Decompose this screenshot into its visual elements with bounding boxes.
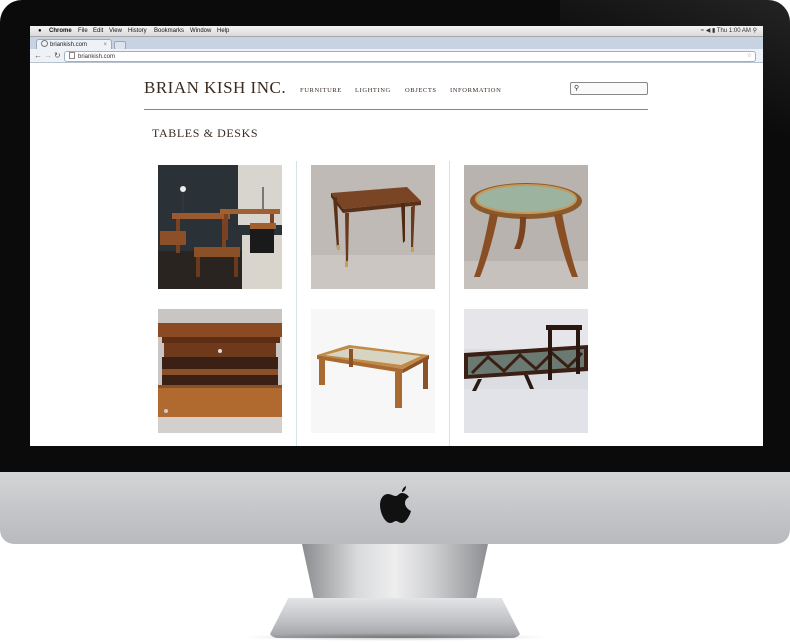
browser-toolbar: ← → ↻ briankish.com ☆ (30, 49, 763, 63)
menu-app-name[interactable]: Chrome (49, 26, 72, 36)
monitor-stand (302, 544, 488, 604)
clock[interactable]: Thu 1:00 AM (717, 28, 751, 34)
apple-menu-icon[interactable]: ● (38, 26, 42, 36)
column-divider (296, 161, 297, 446)
site-logo-title[interactable]: BRIAN KISH INC. (144, 78, 286, 98)
search-icon: ⚲ (574, 85, 580, 92)
favicon-icon (41, 40, 48, 47)
nav-furniture[interactable]: FURNITURE (300, 87, 342, 94)
apple-logo-icon (380, 486, 411, 523)
product-thumb-low-table[interactable] (464, 309, 588, 433)
stand-shadow (240, 633, 550, 641)
battery-icon[interactable]: ▮ (712, 28, 715, 34)
volume-icon[interactable]: ◀ (706, 28, 711, 34)
product-thumb-cabinet-desk[interactable] (158, 309, 282, 433)
page-icon (69, 52, 75, 59)
header-divider (144, 109, 648, 110)
nav-lighting[interactable]: LIGHTING (355, 87, 391, 94)
web-page: BRIAN KISH INC. FURNITURE LIGHTING OBJEC… (30, 63, 763, 446)
wifi-icon[interactable]: ≈ (701, 28, 704, 34)
menu-bookmarks[interactable]: Bookmarks (154, 26, 184, 36)
product-thumb-side-table[interactable] (311, 165, 435, 289)
menu-help[interactable]: Help (217, 26, 229, 36)
product-thumb-round-table[interactable] (464, 165, 588, 289)
site-search-input[interactable]: ⚲ (570, 82, 648, 95)
mac-menubar: ● Chrome File Edit View History Bookmark… (30, 26, 763, 37)
address-bar[interactable]: briankish.com ☆ (64, 51, 756, 62)
menu-edit[interactable]: Edit (93, 26, 103, 36)
forward-arrow-icon[interactable]: → (44, 50, 52, 61)
address-text[interactable]: briankish.com (78, 54, 115, 60)
product-thumb-desk-set[interactable] (158, 165, 282, 289)
monitor-foot (268, 598, 522, 638)
reload-icon[interactable]: ↻ (54, 50, 61, 61)
tab-title: briankish.com (50, 42, 88, 48)
product-thumb-glass-coffee-table[interactable] (311, 309, 435, 433)
spotlight-icon[interactable]: ⚲ (753, 28, 757, 34)
tab-strip: briankish.com × (30, 37, 763, 50)
menu-history[interactable]: History (128, 26, 147, 36)
bookmark-star-icon[interactable]: ☆ (747, 52, 752, 61)
menu-window[interactable]: Window (190, 26, 211, 36)
nav-objects[interactable]: OBJECTS (405, 87, 437, 94)
column-divider (449, 161, 450, 446)
menu-file[interactable]: File (78, 26, 88, 36)
nav-information[interactable]: INFORMATION (450, 87, 501, 94)
screen: ● Chrome File Edit View History Bookmark… (30, 26, 763, 446)
menu-view[interactable]: View (109, 26, 122, 36)
status-tray: ≈ ◀ ▮ Thu 1:00 AM ⚲ (701, 26, 757, 36)
section-title: TABLES & DESKS (152, 126, 259, 140)
back-arrow-icon[interactable]: ← (34, 50, 42, 61)
